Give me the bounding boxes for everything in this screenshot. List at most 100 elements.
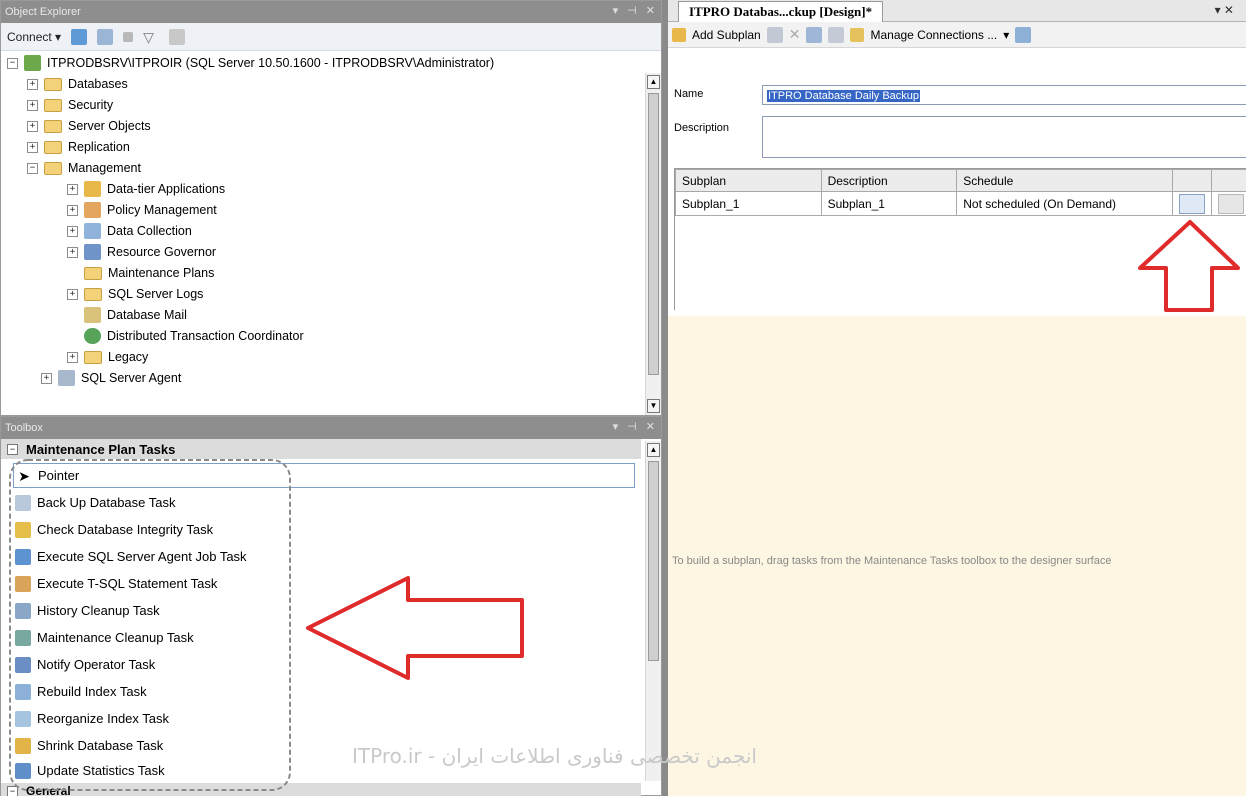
toolbox-item-notify-operator[interactable]: Notify Operator Task: [15, 652, 155, 677]
refresh-icon[interactable]: [169, 28, 186, 45]
expand-icon[interactable]: +: [67, 351, 78, 363]
expand-icon[interactable]: +: [67, 204, 78, 216]
collapse-icon[interactable]: −: [7, 443, 18, 455]
pin-icon[interactable]: ⊣: [627, 4, 637, 17]
tree-node-sql-server-agent[interactable]: + SQL Server Agent: [41, 368, 181, 388]
tree-node-label: Data Collection: [107, 224, 192, 238]
toolbox-item-maintenance-cleanup[interactable]: Maintenance Cleanup Task: [15, 625, 194, 650]
toolbox-item-reorganize-index[interactable]: Reorganize Index Task: [15, 706, 169, 731]
tree-node-label: Distributed Transaction Coordinator: [107, 329, 304, 343]
tree-node-data-tier[interactable]: + Data-tier Applications: [67, 179, 225, 199]
scroll-up-icon[interactable]: ▲: [647, 443, 660, 457]
tree-node-replication[interactable]: + Replication: [27, 137, 130, 157]
schedule-icon[interactable]: [806, 26, 823, 43]
connect-button[interactable]: Connect ▾: [7, 30, 61, 44]
expand-icon[interactable]: +: [27, 120, 38, 132]
plan-description-field[interactable]: [762, 116, 1246, 158]
expand-icon[interactable]: −: [7, 785, 18, 796]
tree-node-label: Security: [68, 98, 114, 112]
toolbox-category-header[interactable]: − Maintenance Plan Tasks: [1, 439, 641, 459]
delete-icon[interactable]: ✕: [789, 26, 801, 43]
tree-node-label: Legacy: [108, 350, 149, 364]
tree-node-resource-governor[interactable]: + Resource Governor: [67, 242, 216, 262]
expand-icon[interactable]: +: [41, 372, 52, 384]
designer-toolbar: Add Subplan ✕ Manage Connections ... ▾: [668, 22, 1246, 48]
expand-icon[interactable]: +: [67, 225, 78, 237]
tree-node-data-collection[interactable]: + Data Collection: [67, 221, 192, 241]
grid-header-schedule[interactable]: Schedule: [956, 169, 1173, 192]
reporting-icon[interactable]: [1015, 26, 1032, 43]
manage-connections-button[interactable]: Manage Connections ...: [870, 28, 997, 42]
tree-node-database-mail[interactable]: Database Mail: [84, 305, 187, 325]
object-explorer-titlebar: Object Explorer ▾ ⊣ ✕: [1, 1, 661, 23]
dropdown-icon[interactable]: ▾: [613, 420, 619, 433]
toolbox-item-update-statistics[interactable]: Update Statistics Task: [15, 758, 165, 783]
schedule-cell[interactable]: Not scheduled (On Demand): [956, 191, 1173, 216]
toolbox-general-header[interactable]: − General: [1, 783, 641, 796]
tree-node-maintenance-plans[interactable]: Maintenance Plans: [84, 263, 214, 283]
close-icon[interactable]: ✕: [646, 4, 655, 17]
collapse-icon[interactable]: −: [7, 57, 18, 69]
dropdown-icon[interactable]: ▾: [613, 4, 619, 17]
toolbox-item-history[interactable]: History Cleanup Task: [15, 598, 160, 623]
connect-icon[interactable]: [71, 28, 88, 45]
pin-icon[interactable]: ⊣: [627, 420, 637, 433]
grid-header-description[interactable]: Description: [820, 169, 958, 192]
tree-node-policy[interactable]: + Policy Management: [67, 200, 217, 220]
expand-icon[interactable]: +: [67, 183, 78, 195]
object-explorer-scrollbar[interactable]: ▲ ▼: [645, 73, 661, 415]
toolbox-item-integrity[interactable]: Check Database Integrity Task: [15, 517, 213, 542]
tab-design[interactable]: ITPRO Databas...ckup [Design]*: [678, 1, 884, 22]
scroll-thumb[interactable]: [648, 93, 659, 375]
collapse-icon[interactable]: −: [27, 162, 38, 174]
toolbox-item-label: Check Database Integrity Task: [37, 522, 214, 537]
expand-icon[interactable]: +: [67, 288, 78, 300]
toolbox-scrollbar[interactable]: ▲: [645, 441, 661, 781]
properties-icon[interactable]: [766, 26, 783, 43]
resource-governor-icon: [84, 244, 101, 260]
pointer-icon: ➤: [18, 467, 30, 484]
tree-node-server-objects[interactable]: + Server Objects: [27, 116, 151, 136]
disconnect-icon[interactable]: [97, 28, 114, 45]
dropdown-icon[interactable]: ▾: [1003, 28, 1009, 42]
policy-icon: [84, 202, 101, 218]
toolbox-item-tsql[interactable]: Execute T-SQL Statement Task: [15, 571, 217, 596]
toolbox-item-label: Execute SQL Server Agent Job Task: [37, 549, 247, 564]
close-icon[interactable]: ▾ ✕: [1215, 3, 1234, 17]
folder-icon: [84, 350, 102, 364]
remove-schedule-button[interactable]: [1217, 193, 1244, 214]
cleanup-icon: [15, 629, 31, 646]
toolbox-item-backup[interactable]: Back Up Database Task: [15, 490, 176, 515]
subplan-cell[interactable]: Subplan_1: [675, 191, 822, 216]
expand-icon[interactable]: +: [27, 99, 38, 111]
filter-icon[interactable]: ▽: [143, 29, 159, 45]
tree-node-sql-server-logs[interactable]: + SQL Server Logs: [67, 284, 203, 304]
tree-node-legacy[interactable]: + Legacy: [67, 347, 148, 367]
tree-node-management[interactable]: − Management: [27, 158, 141, 178]
toolbox-item-shrink-database[interactable]: Shrink Database Task: [15, 733, 163, 758]
toolbox-item-rebuild-index[interactable]: Rebuild Index Task: [15, 679, 147, 704]
scroll-up-icon[interactable]: ▲: [647, 75, 660, 89]
grid-header-subplan[interactable]: Subplan: [675, 169, 822, 192]
scroll-down-icon[interactable]: ▼: [647, 399, 660, 413]
remove-schedule-button-cell: [1210, 191, 1246, 216]
tree-node-dtc[interactable]: Distributed Transaction Coordinator: [84, 326, 304, 346]
expand-icon[interactable]: +: [27, 141, 38, 153]
toolbox-item-agent-job[interactable]: Execute SQL Server Agent Job Task: [15, 544, 247, 569]
table-row[interactable]: Subplan_1 Subplan_1 Not scheduled (On De…: [675, 191, 1246, 216]
close-icon[interactable]: ✕: [646, 420, 655, 433]
description-cell[interactable]: Subplan_1: [820, 191, 958, 216]
expand-icon[interactable]: +: [27, 78, 38, 90]
toolbox-item-pointer[interactable]: ➤ Pointer: [13, 463, 635, 488]
expand-icon[interactable]: +: [67, 246, 78, 258]
schedule-button[interactable]: [1178, 193, 1205, 214]
tree-node-security[interactable]: + Security: [27, 95, 113, 115]
scroll-thumb[interactable]: [648, 461, 659, 661]
plan-name-field[interactable]: ITPRO Database Daily Backup: [762, 85, 1246, 105]
folder-icon: [84, 287, 102, 301]
remove-schedule-icon[interactable]: [828, 26, 845, 43]
stop-icon[interactable]: [123, 31, 134, 42]
add-subplan-button[interactable]: Add Subplan: [692, 28, 761, 42]
tree-node-server[interactable]: − ITPRODBSRV\ITPROIR (SQL Server 10.50.1…: [7, 53, 494, 73]
tree-node-databases[interactable]: + Databases: [27, 74, 128, 94]
